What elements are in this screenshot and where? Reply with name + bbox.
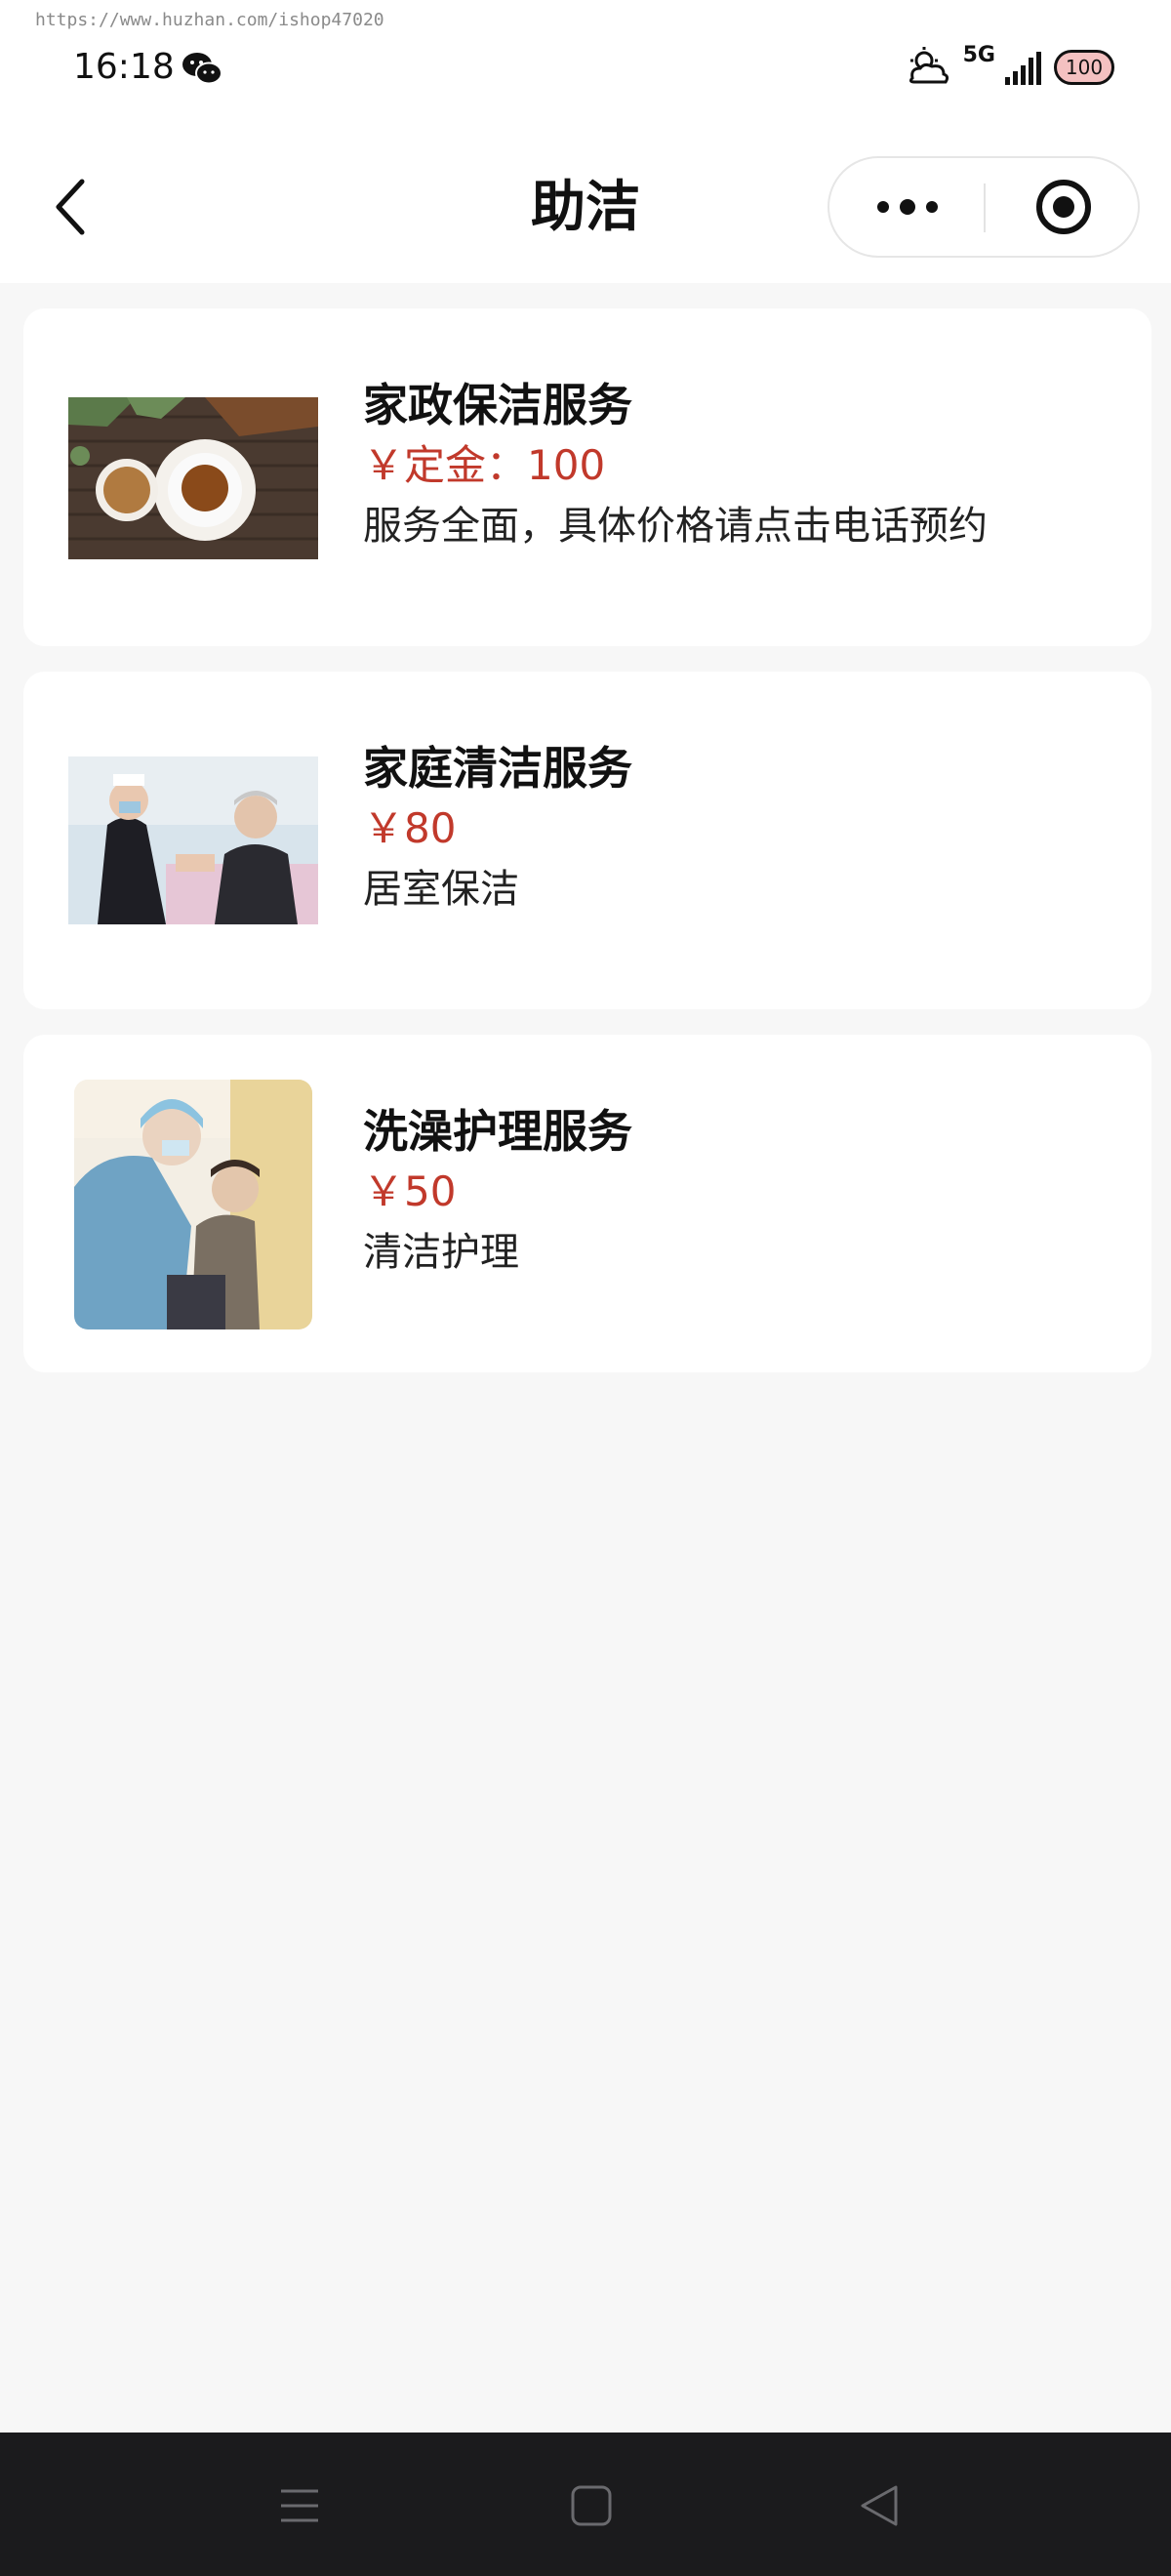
system-back-button[interactable] xyxy=(845,2472,913,2540)
battery-icon: 100 xyxy=(1054,50,1114,85)
service-title: 家政保洁服务 xyxy=(363,379,632,431)
watermark-url: https://www.huzhan.com/ishop47020 xyxy=(35,10,384,30)
service-desc: 居室保洁 xyxy=(363,867,519,912)
menu-capsule xyxy=(828,156,1140,258)
service-price: ￥80 xyxy=(363,804,457,852)
home-button[interactable] xyxy=(557,2472,626,2540)
capsule-divider xyxy=(984,184,986,232)
service-price: ￥定金：100 xyxy=(363,441,606,489)
close-target-icon xyxy=(1036,180,1091,234)
service-image-nurse xyxy=(68,756,318,924)
service-price: ￥50 xyxy=(363,1167,457,1215)
signal-icon xyxy=(1005,52,1041,85)
menu-button[interactable] xyxy=(265,2472,334,2540)
close-miniprogram-button[interactable] xyxy=(995,158,1132,256)
network-type: 5G xyxy=(962,43,995,67)
service-list: 家政保洁服务 ￥定金：100 服务全面，具体价格请点击电话预约 家庭清洁服务 ￥… xyxy=(23,308,1151,1398)
service-title: 洗澡护理服务 xyxy=(363,1105,632,1158)
service-card[interactable]: 洗澡护理服务 ￥50 清洁护理 xyxy=(23,1035,1151,1372)
back-triangle-icon xyxy=(861,2485,898,2526)
home-icon xyxy=(571,2485,612,2526)
service-card[interactable]: 家庭清洁服务 ￥80 居室保洁 xyxy=(23,672,1151,1009)
service-title: 家庭清洁服务 xyxy=(363,742,632,795)
more-icon xyxy=(877,199,938,215)
wechat-icon xyxy=(182,53,222,85)
status-time: 16:18 xyxy=(73,47,175,87)
menu-icon xyxy=(281,2489,318,2522)
service-desc: 服务全面，具体价格请点击电话预约 xyxy=(363,504,988,549)
service-desc: 清洁护理 xyxy=(363,1230,519,1275)
more-button[interactable] xyxy=(839,158,976,256)
battery-level: 100 xyxy=(1065,56,1104,79)
status-icons: 5G 100 xyxy=(905,43,1114,92)
service-card[interactable]: 家政保洁服务 ￥定金：100 服务全面，具体价格请点击电话预约 xyxy=(23,308,1151,646)
service-image-tea xyxy=(68,397,318,559)
weather-icon xyxy=(909,47,949,84)
system-nav-bar xyxy=(0,2433,1171,2576)
service-image-care xyxy=(74,1080,312,1329)
